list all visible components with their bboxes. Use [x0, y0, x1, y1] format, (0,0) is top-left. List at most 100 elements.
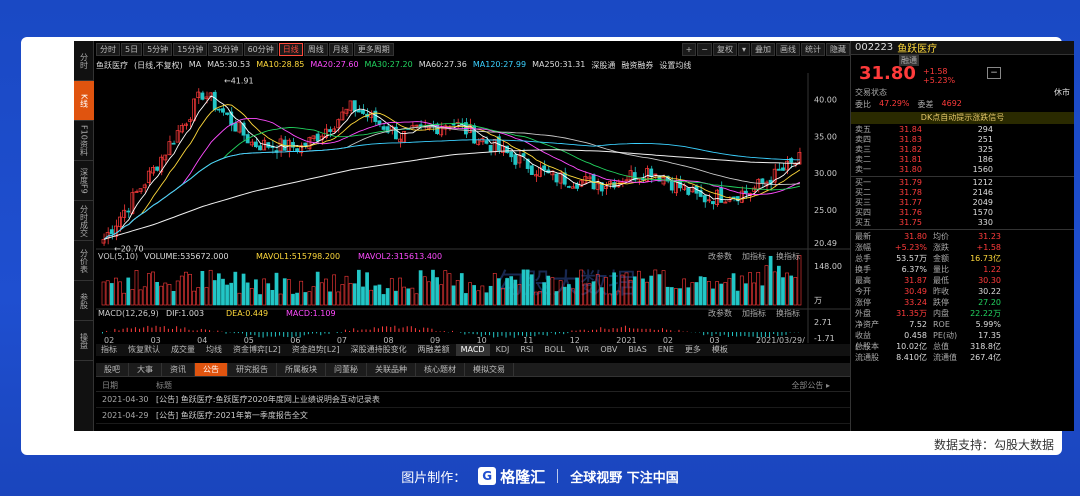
news-title[interactable]: [公告] 鱼跃医疗:2021年第一季度报告全文	[156, 408, 850, 423]
period-tab-6[interactable]: 日线	[278, 43, 303, 56]
toolbar-right-1[interactable]: −	[697, 43, 712, 56]
toolbar-right-4[interactable]: 叠加	[751, 43, 775, 56]
vtab-4[interactable]: 分时成交	[74, 201, 94, 241]
indicator-tab-1[interactable]: 恢复默认	[123, 344, 165, 356]
stat-value: 33.24	[904, 298, 927, 307]
macd-bar	[225, 332, 227, 334]
stats-divider	[851, 229, 1074, 230]
stat-label-2: 最低	[933, 276, 949, 285]
news-title[interactable]: [公告] 鱼跃医疗:鱼跃医疗2020年度网上业绩说明会互动记录表	[156, 392, 850, 407]
stat-value-2: 16.73亿	[970, 254, 1001, 263]
candle-body	[258, 145, 262, 151]
time-tick-label: 2021	[616, 336, 636, 343]
indicator-tab-7[interactable]: 两融差额	[413, 344, 455, 356]
vtab-6[interactable]: 参股	[74, 281, 94, 321]
volume-bar	[122, 292, 127, 306]
stat-value-2: 27.20	[978, 298, 1001, 307]
toolbar-right-0[interactable]: +	[681, 43, 697, 56]
bottom-tab-6[interactable]: 问董秘	[326, 363, 367, 376]
volume-bar	[229, 282, 234, 306]
indicator-tab-13[interactable]: OBV	[595, 344, 622, 356]
volume-bar	[431, 269, 435, 306]
vtab-5[interactable]: 分价表	[74, 241, 94, 281]
macd-bar	[143, 327, 145, 332]
volume-bar	[715, 281, 719, 306]
stat-label: 涨幅	[855, 243, 871, 252]
macd-bar	[600, 327, 602, 332]
news-row[interactable]: 2021-04-29 [公告] 鱼跃医疗:2021年第一季度报告全文	[96, 408, 850, 424]
volume-bar	[513, 279, 518, 306]
macd-dea: DEA:0.449	[226, 309, 268, 318]
macd-bar	[180, 328, 182, 332]
toolbar-right-2[interactable]: 复权	[712, 43, 737, 56]
period-tab-7[interactable]: 周线	[303, 43, 328, 56]
stat-value: 53.57万	[896, 254, 927, 263]
toolbar-right-5[interactable]: 画线	[776, 43, 800, 56]
volume-bar	[669, 287, 674, 306]
period-tab-1[interactable]: 5日	[121, 43, 143, 56]
bottom-tab-5[interactable]: 所属板块	[277, 363, 326, 376]
toolbar-right-3[interactable]: ▾	[737, 43, 750, 56]
period-tab-9[interactable]: 更多周期	[353, 43, 394, 56]
macd-bar	[167, 328, 169, 332]
ma-settings-link[interactable]: 设置均线	[659, 60, 691, 72]
period-tab-3[interactable]: 15分钟	[173, 43, 208, 56]
brand-logo-icon: G	[478, 467, 497, 485]
indicator-tab-11[interactable]: BOLL	[539, 344, 570, 356]
macd-bar	[349, 331, 351, 332]
vtab-2[interactable]: F10资料	[74, 121, 94, 161]
indicator-tab-6[interactable]: 深股通持股变化	[346, 344, 412, 356]
period-tab-5[interactable]: 60分钟	[243, 43, 278, 56]
indicator-tab-9[interactable]: KDJ	[491, 344, 515, 356]
indicator-tab-4[interactable]: 资金博弈[L2]	[228, 344, 286, 356]
candle-body	[184, 123, 188, 126]
indicator-tab-5[interactable]: 资金趋势[L2]	[287, 344, 345, 356]
bottom-tab-0[interactable]: 股吧	[96, 363, 129, 376]
indicator-tab-0[interactable]: 指标	[96, 344, 122, 356]
bottom-tab-2[interactable]: 资讯	[162, 363, 195, 376]
period-tab-0[interactable]: 分时	[96, 43, 120, 56]
macd-bar	[373, 327, 375, 332]
shenguntong-toggle[interactable]: 深股通	[591, 60, 615, 72]
indicator-tab-16[interactable]: 更多	[680, 344, 706, 356]
kline-chart[interactable]: 勾股大数据40.0035.0030.0025.0020.49←41.91←20.…	[96, 73, 850, 343]
indicator-tab-3[interactable]: 均线	[201, 344, 227, 356]
remove-watch-button[interactable]: −	[987, 67, 1001, 79]
bottom-tab-9[interactable]: 模拟交易	[465, 363, 514, 376]
toolbar-right-6[interactable]: 统计	[801, 43, 825, 56]
bottom-tab-4[interactable]: 研究报告	[228, 363, 277, 376]
macd-bar	[645, 328, 647, 332]
price-tick-label: 30.00	[814, 169, 837, 178]
orderbook-volume: 251	[977, 135, 993, 144]
time-tick-label: 08	[383, 336, 393, 343]
bottom-tab-1[interactable]: 大事	[129, 363, 162, 376]
period-tab-8[interactable]: 月线	[328, 43, 353, 56]
indicator-tab-10[interactable]: RSI	[515, 344, 538, 356]
indicator-tab-12[interactable]: WR	[571, 344, 594, 356]
ma30-value: MA30:27.20	[364, 60, 413, 69]
vtab-3[interactable]: 深度F9	[74, 161, 94, 201]
indicator-tab-2[interactable]: 成交量	[166, 344, 200, 356]
margin-toggle[interactable]: 融资融券	[621, 60, 653, 72]
candle-body	[163, 154, 168, 161]
period-tab-2[interactable]: 5分钟	[143, 43, 173, 56]
indicator-tab-8[interactable]: MACD	[455, 344, 490, 356]
indicator-tab-17[interactable]: 模板	[707, 344, 733, 356]
vtab-7[interactable]: 操盘	[74, 321, 94, 361]
vtab-0[interactable]: 分时	[74, 41, 94, 81]
indicator-tab-14[interactable]: BIAS	[623, 344, 651, 356]
toolbar-right-7[interactable]: 隐藏	[826, 43, 850, 56]
dk-signal-banner[interactable]: DK点自动提示涨跌信号	[851, 112, 1074, 124]
vtab-1[interactable]: K线	[74, 81, 94, 121]
bottom-tab-7[interactable]: 关联品种	[367, 363, 416, 376]
orderbook-price: 31.78	[899, 188, 922, 197]
bottom-tab-3[interactable]: 公告	[195, 363, 228, 376]
news-all-link[interactable]: 全部公告 ▸	[791, 379, 850, 391]
vol-tick: 148.00	[814, 262, 842, 271]
volume-bar	[599, 287, 604, 306]
candle-body	[542, 165, 547, 171]
bottom-tab-8[interactable]: 核心题材	[416, 363, 465, 376]
period-tab-4[interactable]: 30分钟	[208, 43, 243, 56]
indicator-tab-15[interactable]: ENE	[653, 344, 679, 356]
news-row[interactable]: 2021-04-30 [公告] 鱼跃医疗:鱼跃医疗2020年度网上业绩说明会互动记…	[96, 392, 850, 408]
